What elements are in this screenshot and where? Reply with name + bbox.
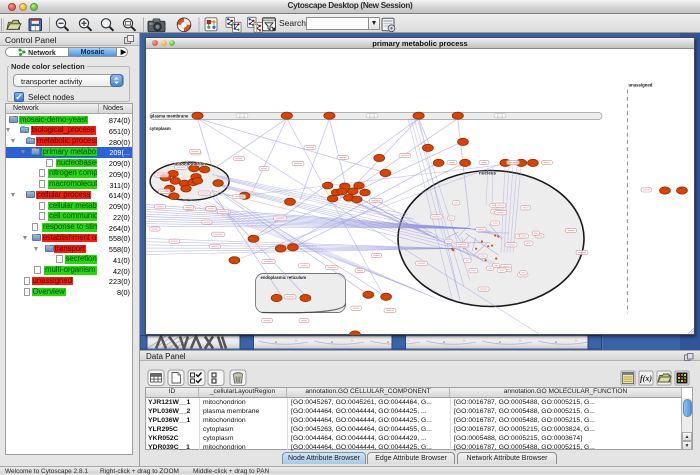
svg-text:unassigned: unassigned <box>629 82 653 87</box>
svg-text:mitochondrion: mitochondrion <box>175 161 207 166</box>
svg-text:[...]: [...] <box>240 114 245 118</box>
svg-text:endoplasmic reticulum: endoplasmic reticulum <box>261 275 307 280</box>
svg-text:plasma membrane: plasma membrane <box>151 113 189 118</box>
svg-text:cytoplasm: cytoplasm <box>150 126 171 131</box>
svg-text:f(x): f(x) <box>640 374 652 383</box>
svg-text:[...]: [...] <box>498 114 503 118</box>
svg-text:[...]: [...] <box>370 114 375 118</box>
svg-text:nucleus: nucleus <box>479 170 497 175</box>
